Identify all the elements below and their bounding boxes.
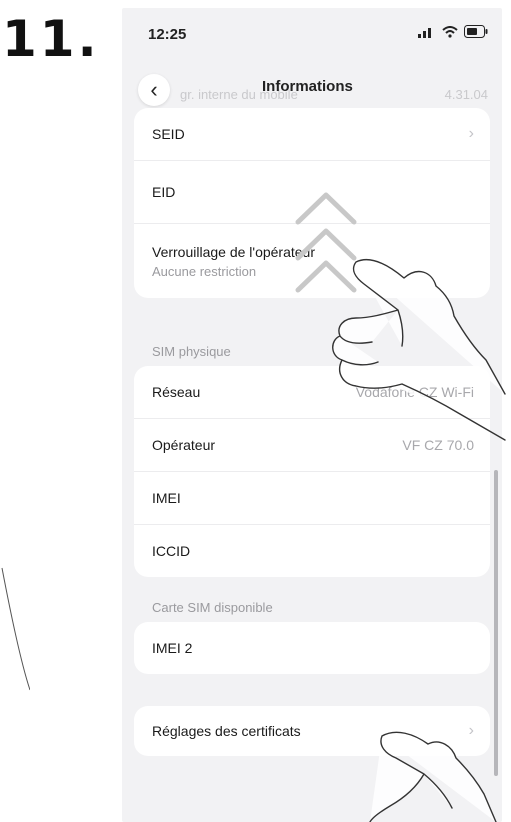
physical-sim-card: Réseau Vodafone CZ Wi-Fi Opérateur VF CZ…: [134, 366, 490, 577]
battery-icon: [464, 25, 488, 38]
phone-screen: 12:25 gr. interne du mobile 4.31.04 ‹ In…: [122, 8, 502, 822]
chevron-right-icon: ›: [468, 722, 474, 739]
back-button[interactable]: ‹: [138, 74, 170, 106]
imei2-row[interactable]: IMEI 2: [134, 622, 490, 674]
scrollbar[interactable]: [494, 470, 498, 776]
eid-row[interactable]: EID: [134, 161, 490, 224]
faded-right-text: 4.31.04: [444, 87, 488, 102]
imei-label: IMEI: [152, 490, 181, 506]
certificates-row[interactable]: Réglages des certificats ›: [134, 706, 490, 756]
network-label: Réseau: [152, 384, 201, 400]
wifi-icon: [442, 25, 458, 38]
signal-icon: [418, 27, 431, 38]
decorative-curve: [1, 567, 30, 691]
iccid-row[interactable]: ICCID: [134, 525, 490, 577]
seid-label: SEID: [152, 126, 185, 142]
network-value: Vodafone CZ Wi-Fi: [355, 384, 474, 400]
nav-bar: gr. interne du mobile 4.31.04 ‹ Informat…: [122, 66, 502, 110]
step-number: 11.: [2, 10, 100, 68]
status-time: 12:25: [148, 26, 187, 43]
certificates-card: Réglages des certificats ›: [134, 706, 490, 756]
available-sim-section-label: Carte SIM disponible: [152, 600, 273, 615]
imei-row[interactable]: IMEI: [134, 472, 490, 525]
carrier-lock-label: Verrouillage de l'opérateur: [152, 243, 316, 260]
status-bar: 12:25: [122, 8, 502, 58]
network-row[interactable]: Réseau Vodafone CZ Wi-Fi: [134, 366, 490, 419]
carrier-lock-value: Aucune restriction: [152, 263, 257, 279]
operator-label: Opérateur: [152, 437, 216, 453]
chevron-right-icon: ›: [468, 125, 474, 142]
carrier-lock-row[interactable]: Verrouillage de l'opérateur Aucune restr…: [134, 224, 490, 298]
certificates-label: Réglages des certificats: [152, 723, 301, 739]
operator-row[interactable]: Opérateur VF CZ 70.0: [134, 419, 490, 472]
imei2-label: IMEI 2: [152, 640, 193, 656]
seid-row[interactable]: SEID ›: [134, 108, 490, 161]
identifiers-card: SEID › EID Verrouillage de l'opérateur A…: [134, 108, 490, 298]
eid-label: EID: [152, 184, 176, 200]
back-arrow-icon: ‹: [150, 77, 158, 102]
iccid-label: ICCID: [152, 543, 191, 559]
page-title: Informations: [262, 78, 353, 95]
available-sim-card: IMEI 2: [134, 622, 490, 674]
physical-sim-section-label: SIM physique: [152, 344, 231, 359]
operator-value: VF CZ 70.0: [402, 437, 474, 453]
